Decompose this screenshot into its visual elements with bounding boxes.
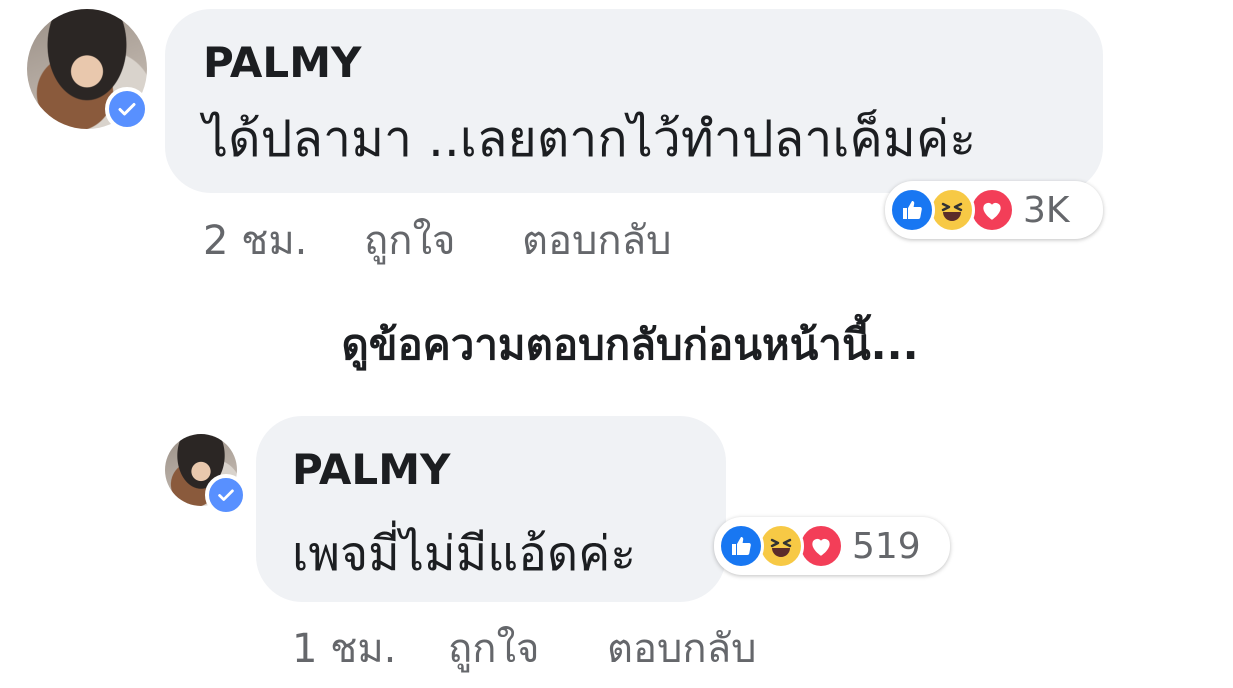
reaction-count: 519	[852, 525, 921, 567]
like-link[interactable]: ถูกใจ	[448, 616, 539, 680]
comment-author[interactable]: PALMY	[203, 38, 361, 87]
reply-link[interactable]: ตอบกลับ	[522, 208, 672, 272]
comment-time[interactable]: 1 ชม.	[292, 616, 396, 680]
verified-badge-icon	[105, 87, 149, 131]
comment-text: เพจมี่ไม่มีแอ้ดค่ะ	[292, 526, 637, 582]
view-previous-replies-link[interactable]: ดูข้อความตอบกลับก่อนหน้านี้...	[0, 312, 1233, 378]
like-icon	[718, 523, 764, 569]
like-icon	[889, 187, 935, 233]
verified-badge-icon	[205, 474, 247, 516]
haha-icon	[929, 187, 975, 233]
comment-author[interactable]: PALMY	[292, 445, 450, 494]
love-icon	[969, 187, 1015, 233]
comment-time[interactable]: 2 ชม.	[203, 208, 307, 272]
haha-icon	[758, 523, 804, 569]
reaction-summary[interactable]: 519	[714, 517, 950, 575]
reply-link[interactable]: ตอบกลับ	[607, 616, 757, 680]
reaction-count: 3K	[1023, 189, 1070, 231]
reaction-summary[interactable]: 3K	[885, 181, 1103, 239]
like-link[interactable]: ถูกใจ	[364, 208, 455, 272]
love-icon	[798, 523, 844, 569]
comment-text: ได้ปลามา ..เลยตากไว้ทำปลาเค็มค่ะ	[203, 110, 977, 168]
